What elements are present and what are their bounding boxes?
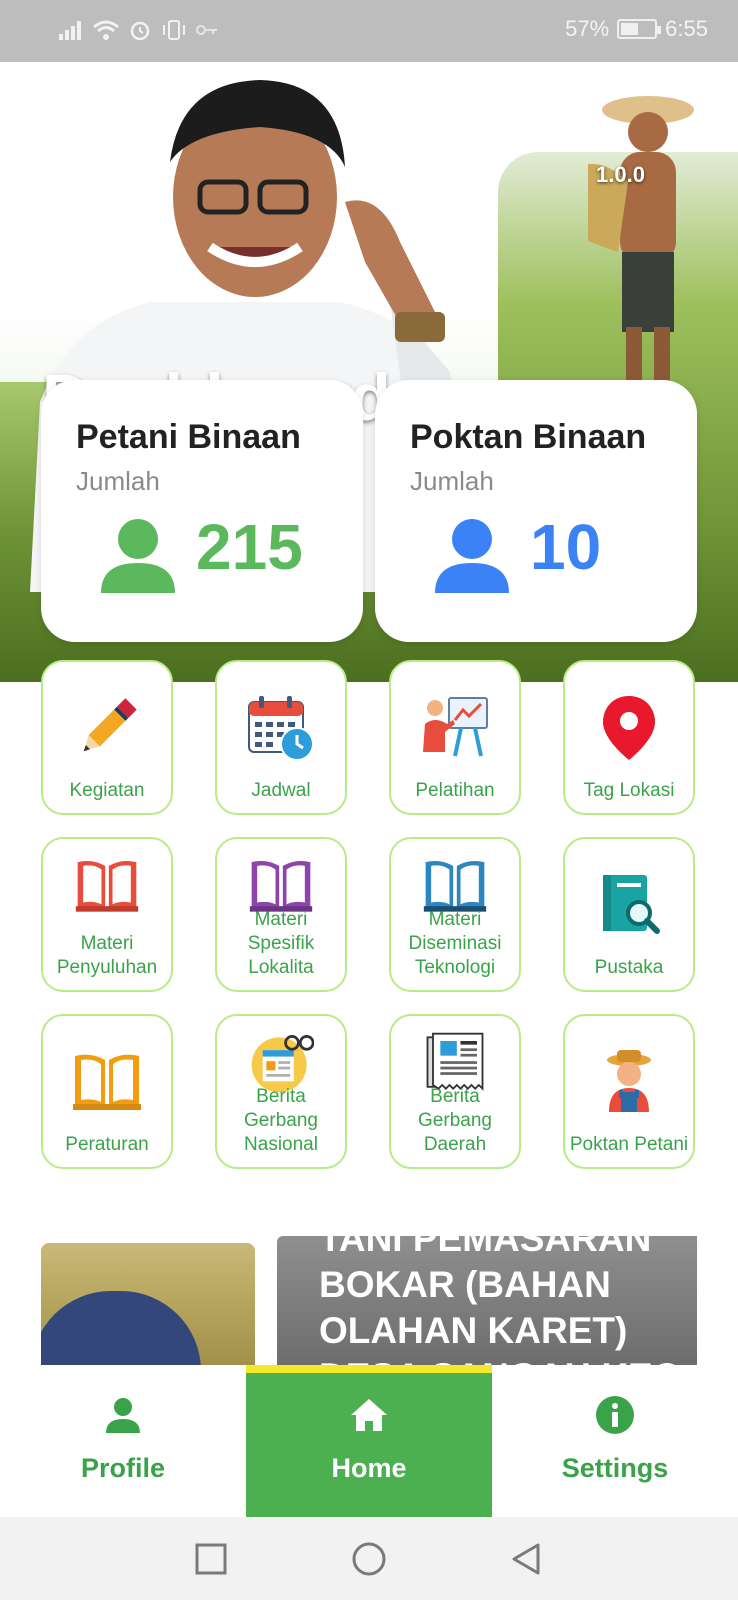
bottom-navigation: Profile Home Settings	[0, 1365, 738, 1517]
menu-label: Pustaka	[594, 957, 664, 978]
status-icons-left	[58, 18, 218, 42]
orange-book-icon	[73, 1054, 141, 1110]
poktan-binaan-card[interactable]: Poktan Binaan Jumlah 10	[375, 380, 697, 642]
menu-label: Berita Gerbang Nasional	[244, 1086, 318, 1155]
menu-peraturan[interactable]: Peraturan	[41, 1014, 173, 1169]
menu-label: Peraturan	[65, 1134, 149, 1155]
nav-home[interactable]: Home	[246, 1365, 492, 1517]
info-icon	[596, 1396, 634, 1434]
user-icon	[435, 519, 509, 593]
home-icon	[351, 1399, 387, 1431]
menu-tag-lokasi[interactable]: Tag Lokasi	[563, 660, 695, 815]
menu-label: Poktan Petani	[569, 1134, 689, 1155]
person-icon	[106, 1398, 140, 1433]
back-button-icon[interactable]	[508, 1541, 544, 1577]
menu-berita-gerbang-daerah[interactable]: Berita Gerbang Daerah	[389, 1014, 521, 1169]
stat-subtitle: Jumlah	[76, 466, 160, 496]
nav-label: Profile	[80, 1453, 166, 1483]
menu-grid: Kegiatan Jadwal Pelatihan Tag Lokasi Mat…	[41, 660, 697, 1169]
nav-settings[interactable]: Settings	[492, 1365, 738, 1517]
red-book-icon	[75, 860, 139, 912]
menu-label: Tag Lokasi	[583, 780, 675, 801]
news-photo-subject	[41, 1291, 201, 1365]
recents-button-icon[interactable]	[193, 1541, 229, 1577]
menu-materi-spesifik-lokalita[interactable]: Materi Spesifik Lokalita	[215, 837, 347, 992]
battery-percent: 57%	[565, 16, 610, 41]
nav-label: Home	[331, 1453, 407, 1483]
menu-poktan-petani[interactable]: Poktan Petani	[563, 1014, 695, 1169]
menu-materi-penyuluhan[interactable]: Materi Penyuluhan	[41, 837, 173, 992]
stat-value: 10	[530, 511, 602, 583]
menu-materi-diseminasi-teknologi[interactable]: Materi Diseminasi Teknologi	[389, 837, 521, 992]
signal-icon	[59, 21, 81, 40]
nav-profile[interactable]: Profile	[0, 1365, 246, 1517]
menu-label: Berita Gerbang Daerah	[418, 1086, 492, 1155]
user-icon	[101, 519, 175, 593]
menu-pustaka[interactable]: Pustaka	[563, 837, 695, 992]
nav-label: Settings	[561, 1453, 669, 1483]
stat-subtitle: Jumlah	[410, 466, 494, 496]
farmer-photo	[588, 96, 694, 397]
stat-title: Petani Binaan	[76, 418, 301, 456]
system-navigation-bar	[0, 1517, 738, 1600]
status-icons-right: 57% 6:55	[565, 16, 708, 42]
app-version: 1.0.0	[596, 162, 645, 187]
stat-title: Poktan Binaan	[410, 418, 647, 456]
menu-label: Kegiatan	[69, 780, 145, 801]
menu-label: Pelatihan	[415, 780, 495, 801]
battery-icon	[617, 19, 662, 39]
presentation-icon	[423, 697, 488, 757]
news-headline-card[interactable]: TANI PEMASARAN BOKAR (BAHAN OLAHAN KARET…	[277, 1236, 697, 1365]
menu-label: Materi Diseminasi Teknologi	[408, 909, 502, 978]
petani-binaan-card[interactable]: Petani Binaan Jumlah 215	[41, 380, 363, 642]
news-thumbnail[interactable]	[41, 1243, 255, 1365]
location-pin-icon	[603, 696, 655, 760]
battery-fill	[621, 23, 639, 35]
home-button-icon[interactable]	[351, 1541, 387, 1577]
menu-kegiatan[interactable]: Kegiatan	[41, 660, 173, 815]
menu-label: Materi Spesifik Lokalita	[247, 909, 315, 978]
wifi-icon	[93, 20, 119, 40]
menu-label: Materi Penyuluhan	[56, 933, 158, 978]
status-bar: 57% 6:55	[0, 0, 738, 62]
vibrate-icon	[163, 20, 185, 40]
menu-pelatihan[interactable]: Pelatihan	[389, 660, 521, 815]
key-icon	[196, 25, 217, 35]
clock: 6:55	[665, 16, 708, 41]
library-search-icon	[603, 875, 660, 934]
menu-label: Jadwal	[251, 780, 311, 801]
alarm-icon	[130, 21, 150, 41]
stat-value: 215	[196, 511, 303, 583]
pencil-icon	[83, 698, 137, 752]
calendar-icon	[248, 696, 314, 761]
farmer-icon	[607, 1050, 651, 1112]
news-headline: TANI PEMASARAN BOKAR (BAHAN OLAHAN KARET…	[319, 1236, 679, 1365]
menu-jadwal[interactable]: Jadwal	[215, 660, 347, 815]
menu-berita-gerbang-nasional[interactable]: Berita Gerbang Nasional	[215, 1014, 347, 1169]
